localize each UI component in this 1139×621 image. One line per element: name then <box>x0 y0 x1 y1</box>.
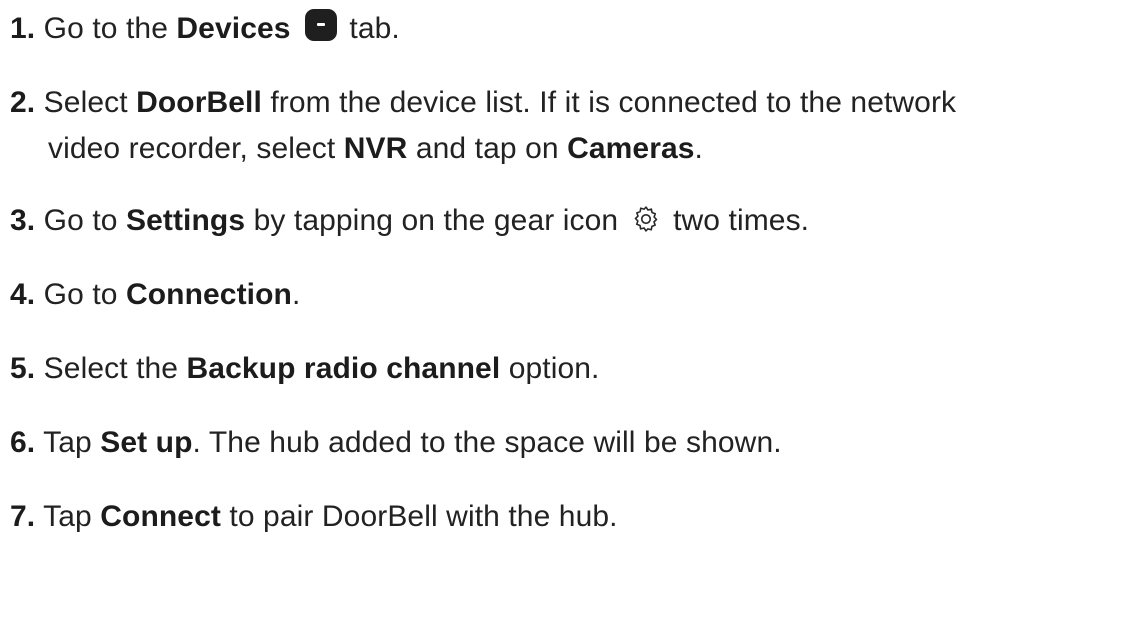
instruction-steps: 1. Go to the Devices tab. 2. Select Door… <box>10 6 1135 568</box>
step-number: 1. <box>10 12 36 45</box>
step-text: two times. <box>664 204 810 237</box>
step-number: 5. <box>10 352 36 385</box>
step-3: 3. Go to Settings by tapping on the gear… <box>10 198 1135 244</box>
step-text: video recorder, select <box>48 132 344 165</box>
devices-tab-icon <box>304 9 337 41</box>
step-bold-term: Cameras <box>567 132 695 165</box>
step-text: Tap <box>43 426 101 459</box>
step-5: 5. Select the Backup radio channel optio… <box>10 346 1135 392</box>
step-1: 1. Go to the Devices tab. <box>10 6 1135 52</box>
step-number: 2. <box>10 86 36 119</box>
step-text: . The hub added to the space will be sho… <box>192 426 782 459</box>
step-text: Tap <box>43 500 101 533</box>
step-number: 4. <box>10 278 36 311</box>
step-number: 6. <box>10 426 36 459</box>
step-text: from the device list. If it is connected… <box>261 86 957 119</box>
step-text: by tapping on the gear icon <box>245 204 619 237</box>
step-text: . <box>291 278 301 311</box>
step-text: and tap on <box>407 132 568 165</box>
step-bold-term: NVR <box>343 132 408 165</box>
step-bold-term: Set up <box>100 426 193 459</box>
step-text: . <box>694 132 703 165</box>
step-bold-term: Backup radio channel <box>186 352 501 385</box>
step-text: Go to <box>43 204 126 237</box>
step-4: 4. Go to Connection. <box>10 272 1135 318</box>
step-text: tab. <box>340 12 400 45</box>
step-text: option. <box>500 352 600 385</box>
step-text: Select <box>43 86 137 119</box>
step-2: 2. Select DoorBell from the device list.… <box>10 80 1135 172</box>
step-text: Go to <box>43 278 126 311</box>
step-bold-term: DoorBell <box>136 86 262 119</box>
step-bold-term: Devices <box>176 12 291 45</box>
step-7: 7. Tap Connect to pair DoorBell with the… <box>10 494 1135 540</box>
step-text: to pair DoorBell with the hub. <box>220 500 618 533</box>
step-number: 3. <box>10 204 36 237</box>
step-text: Select the <box>43 352 187 385</box>
step-bold-term: Connect <box>100 500 221 533</box>
step-number: 7. <box>10 500 36 533</box>
step-bold-term: Connection <box>125 278 292 311</box>
step-bold-term: Settings <box>125 204 246 237</box>
step-text: Go to the <box>43 12 177 45</box>
step-continuation: video recorder, select NVR and tap on Ca… <box>10 126 1135 172</box>
gear-icon <box>634 206 657 232</box>
step-6: 6. Tap Set up. The hub added to the spac… <box>10 420 1135 466</box>
